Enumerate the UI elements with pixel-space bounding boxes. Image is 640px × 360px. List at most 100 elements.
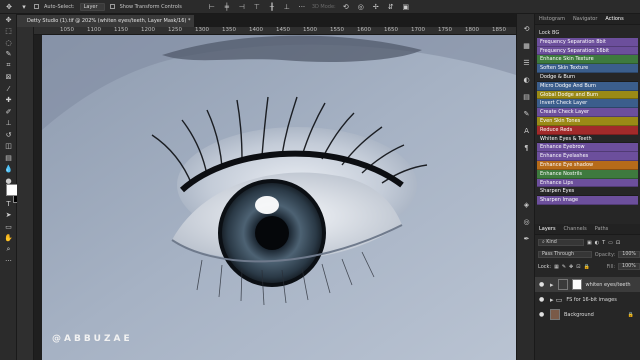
- move-icon[interactable]: ✥: [0, 14, 17, 26]
- action-item[interactable]: Sharpen Eyes: [537, 187, 638, 197]
- character-icon[interactable]: A: [517, 122, 536, 139]
- document-title: Detty Studio (1).tif @ 202% (whiten eyes…: [27, 18, 191, 24]
- 3d-pan-icon[interactable]: ✢: [371, 2, 381, 11]
- filter-adjustment-icon[interactable]: ◐: [595, 240, 599, 246]
- layers-dock-icon[interactable]: ◈: [517, 196, 536, 213]
- visibility-eye-icon[interactable]: ●: [539, 281, 546, 288]
- action-item[interactable]: Micro Dodge And Burn: [537, 81, 638, 91]
- adjustments-icon[interactable]: ◐: [517, 71, 536, 88]
- visibility-eye-icon[interactable]: ●: [539, 311, 546, 318]
- action-item[interactable]: Dodge & Burn: [537, 72, 638, 82]
- align-right-icon[interactable]: ⊣: [237, 2, 247, 11]
- eyedropper-icon[interactable]: ⁄: [0, 83, 17, 95]
- panel-tab[interactable]: Navigator: [573, 16, 597, 22]
- action-item[interactable]: Sharpen Image: [537, 196, 638, 205]
- healing-brush-icon[interactable]: ✚: [0, 95, 17, 107]
- filter-pixel-icon[interactable]: ▣: [587, 240, 592, 246]
- path-select-icon[interactable]: ➤: [0, 210, 17, 222]
- 3d-roll-icon[interactable]: ◎: [356, 2, 366, 11]
- layer-mask-thumbnail[interactable]: [571, 279, 582, 290]
- align-top-icon[interactable]: ⊤: [252, 2, 262, 11]
- 3d-slide-icon[interactable]: ⇵: [386, 2, 396, 11]
- brush-settings-icon[interactable]: ✎: [517, 105, 536, 122]
- lock-pixels-icon[interactable]: ▦: [554, 264, 559, 270]
- libraries-icon[interactable]: ▤: [517, 88, 536, 105]
- swatches-icon[interactable]: ▦: [517, 37, 536, 54]
- align-middle-icon[interactable]: ╫: [267, 2, 277, 11]
- lock-brush-icon[interactable]: ✎: [562, 264, 566, 270]
- rectangle-icon[interactable]: ▭: [0, 221, 17, 233]
- hand-icon[interactable]: ✋: [0, 233, 17, 245]
- document-tab[interactable]: Detty Studio (1).tif @ 202% (whiten eyes…: [17, 15, 195, 27]
- chevron-down-icon[interactable]: ▾: [19, 2, 29, 11]
- action-item[interactable]: Frequency Separation 16bit: [537, 46, 638, 56]
- eraser-icon[interactable]: ◫: [0, 141, 17, 153]
- layers-panel-tabs: Layers Channels Paths: [535, 224, 640, 235]
- action-item[interactable]: Invert Check Layer: [537, 99, 638, 109]
- properties-icon[interactable]: ☰: [517, 54, 536, 71]
- action-set-label[interactable]: Lock BG: [537, 29, 638, 38]
- layers-tab[interactable]: Channels: [564, 226, 587, 232]
- layer-row-fs[interactable]: ● ▸ ▭ FS for 16-bit images: [535, 292, 640, 307]
- crop-icon[interactable]: ⌗: [0, 60, 17, 72]
- layer-row-background[interactable]: ● Background 🔒: [535, 307, 640, 322]
- image-canvas[interactable]: [42, 35, 516, 360]
- brush-icon[interactable]: ✐: [0, 106, 17, 118]
- frame-icon[interactable]: ⊠: [0, 72, 17, 84]
- filter-smart-icon[interactable]: ⊡: [616, 240, 620, 246]
- lasso-icon[interactable]: ◌: [0, 37, 17, 49]
- filter-type-icon[interactable]: T: [602, 240, 605, 246]
- blur-icon[interactable]: 💧: [0, 164, 17, 176]
- more-tools-icon[interactable]: ···: [0, 256, 17, 268]
- lock-icon: 🔒: [627, 311, 634, 318]
- history-brush-icon[interactable]: ↺: [0, 129, 17, 141]
- history-icon[interactable]: ⟲: [517, 20, 536, 37]
- action-item[interactable]: Enhance Eyebrow: [537, 143, 638, 153]
- filter-shape-icon[interactable]: ▭: [608, 240, 613, 246]
- action-item[interactable]: Reduce Reds: [537, 125, 638, 135]
- action-item[interactable]: Enhance Nostrils: [537, 169, 638, 179]
- lock-all-icon[interactable]: 🔒: [583, 264, 589, 270]
- action-item[interactable]: Enhance Lips: [537, 178, 638, 188]
- action-item[interactable]: Enhance Eyelashes: [537, 152, 638, 161]
- 3d-orbit-icon[interactable]: ⟲: [341, 2, 351, 11]
- quick-select-icon[interactable]: ✎: [0, 49, 17, 61]
- action-item[interactable]: Global Dodge and Burn: [537, 90, 638, 100]
- action-item[interactable]: Whiten Eyes & Teeth: [537, 134, 638, 144]
- channels-dock-icon[interactable]: ◎: [517, 213, 536, 230]
- action-item[interactable]: Enhance Eye shadow: [537, 160, 638, 170]
- panel-tab[interactable]: Histogram: [539, 16, 565, 22]
- layers-tab[interactable]: Layers: [539, 226, 556, 232]
- align-left-icon[interactable]: ⊢: [207, 2, 217, 11]
- paths-dock-icon[interactable]: ✒: [517, 230, 536, 247]
- move-tool-icon[interactable]: ✥: [4, 2, 14, 11]
- action-item[interactable]: Soften Skin Texture: [537, 64, 638, 73]
- opacity-field[interactable]: 100%: [618, 251, 640, 258]
- layers-tab[interactable]: Paths: [595, 226, 609, 232]
- action-item[interactable]: Frequency Separation 8bit: [537, 37, 638, 47]
- marquee-icon[interactable]: ⬚: [0, 26, 17, 38]
- align-bottom-icon[interactable]: ⊥: [282, 2, 292, 11]
- auto-select-target-dropdown[interactable]: Layer: [79, 2, 105, 11]
- clone-stamp-icon[interactable]: ⊥: [0, 118, 17, 130]
- layer-filter-dropdown[interactable]: ⌕ Kind: [538, 239, 584, 246]
- layer-row-whiten[interactable]: ● ▸ whiten eyes/teeth: [535, 277, 640, 292]
- auto-select-checkbox[interactable]: [34, 4, 39, 9]
- blend-mode-dropdown[interactable]: Pass Through: [538, 251, 592, 258]
- lock-move-icon[interactable]: ✥: [569, 264, 573, 270]
- layer-filter-row: ⌕ Kind ▣ ◐ T ▭ ⊡: [535, 238, 640, 247]
- 3d-scale-icon[interactable]: ▣: [401, 2, 411, 11]
- panel-tab[interactable]: Actions: [605, 16, 623, 22]
- action-item[interactable]: Enhance Skin Texture: [537, 55, 638, 65]
- visibility-eye-icon[interactable]: ●: [539, 296, 546, 303]
- gradient-icon[interactable]: ▤: [0, 152, 17, 164]
- fill-field[interactable]: 100%: [618, 263, 640, 270]
- show-transform-checkbox[interactable]: [109, 4, 115, 9]
- zoom-icon[interactable]: ⌕: [0, 244, 17, 256]
- action-item[interactable]: Create Check Layer: [537, 108, 638, 117]
- paragraph-icon[interactable]: ¶: [517, 139, 536, 156]
- lock-artboard-icon[interactable]: ⊡: [576, 264, 580, 270]
- more-options-icon[interactable]: ···: [297, 2, 307, 11]
- action-item[interactable]: Even Skin Tones: [537, 116, 638, 126]
- align-center-icon[interactable]: ╪: [222, 2, 232, 11]
